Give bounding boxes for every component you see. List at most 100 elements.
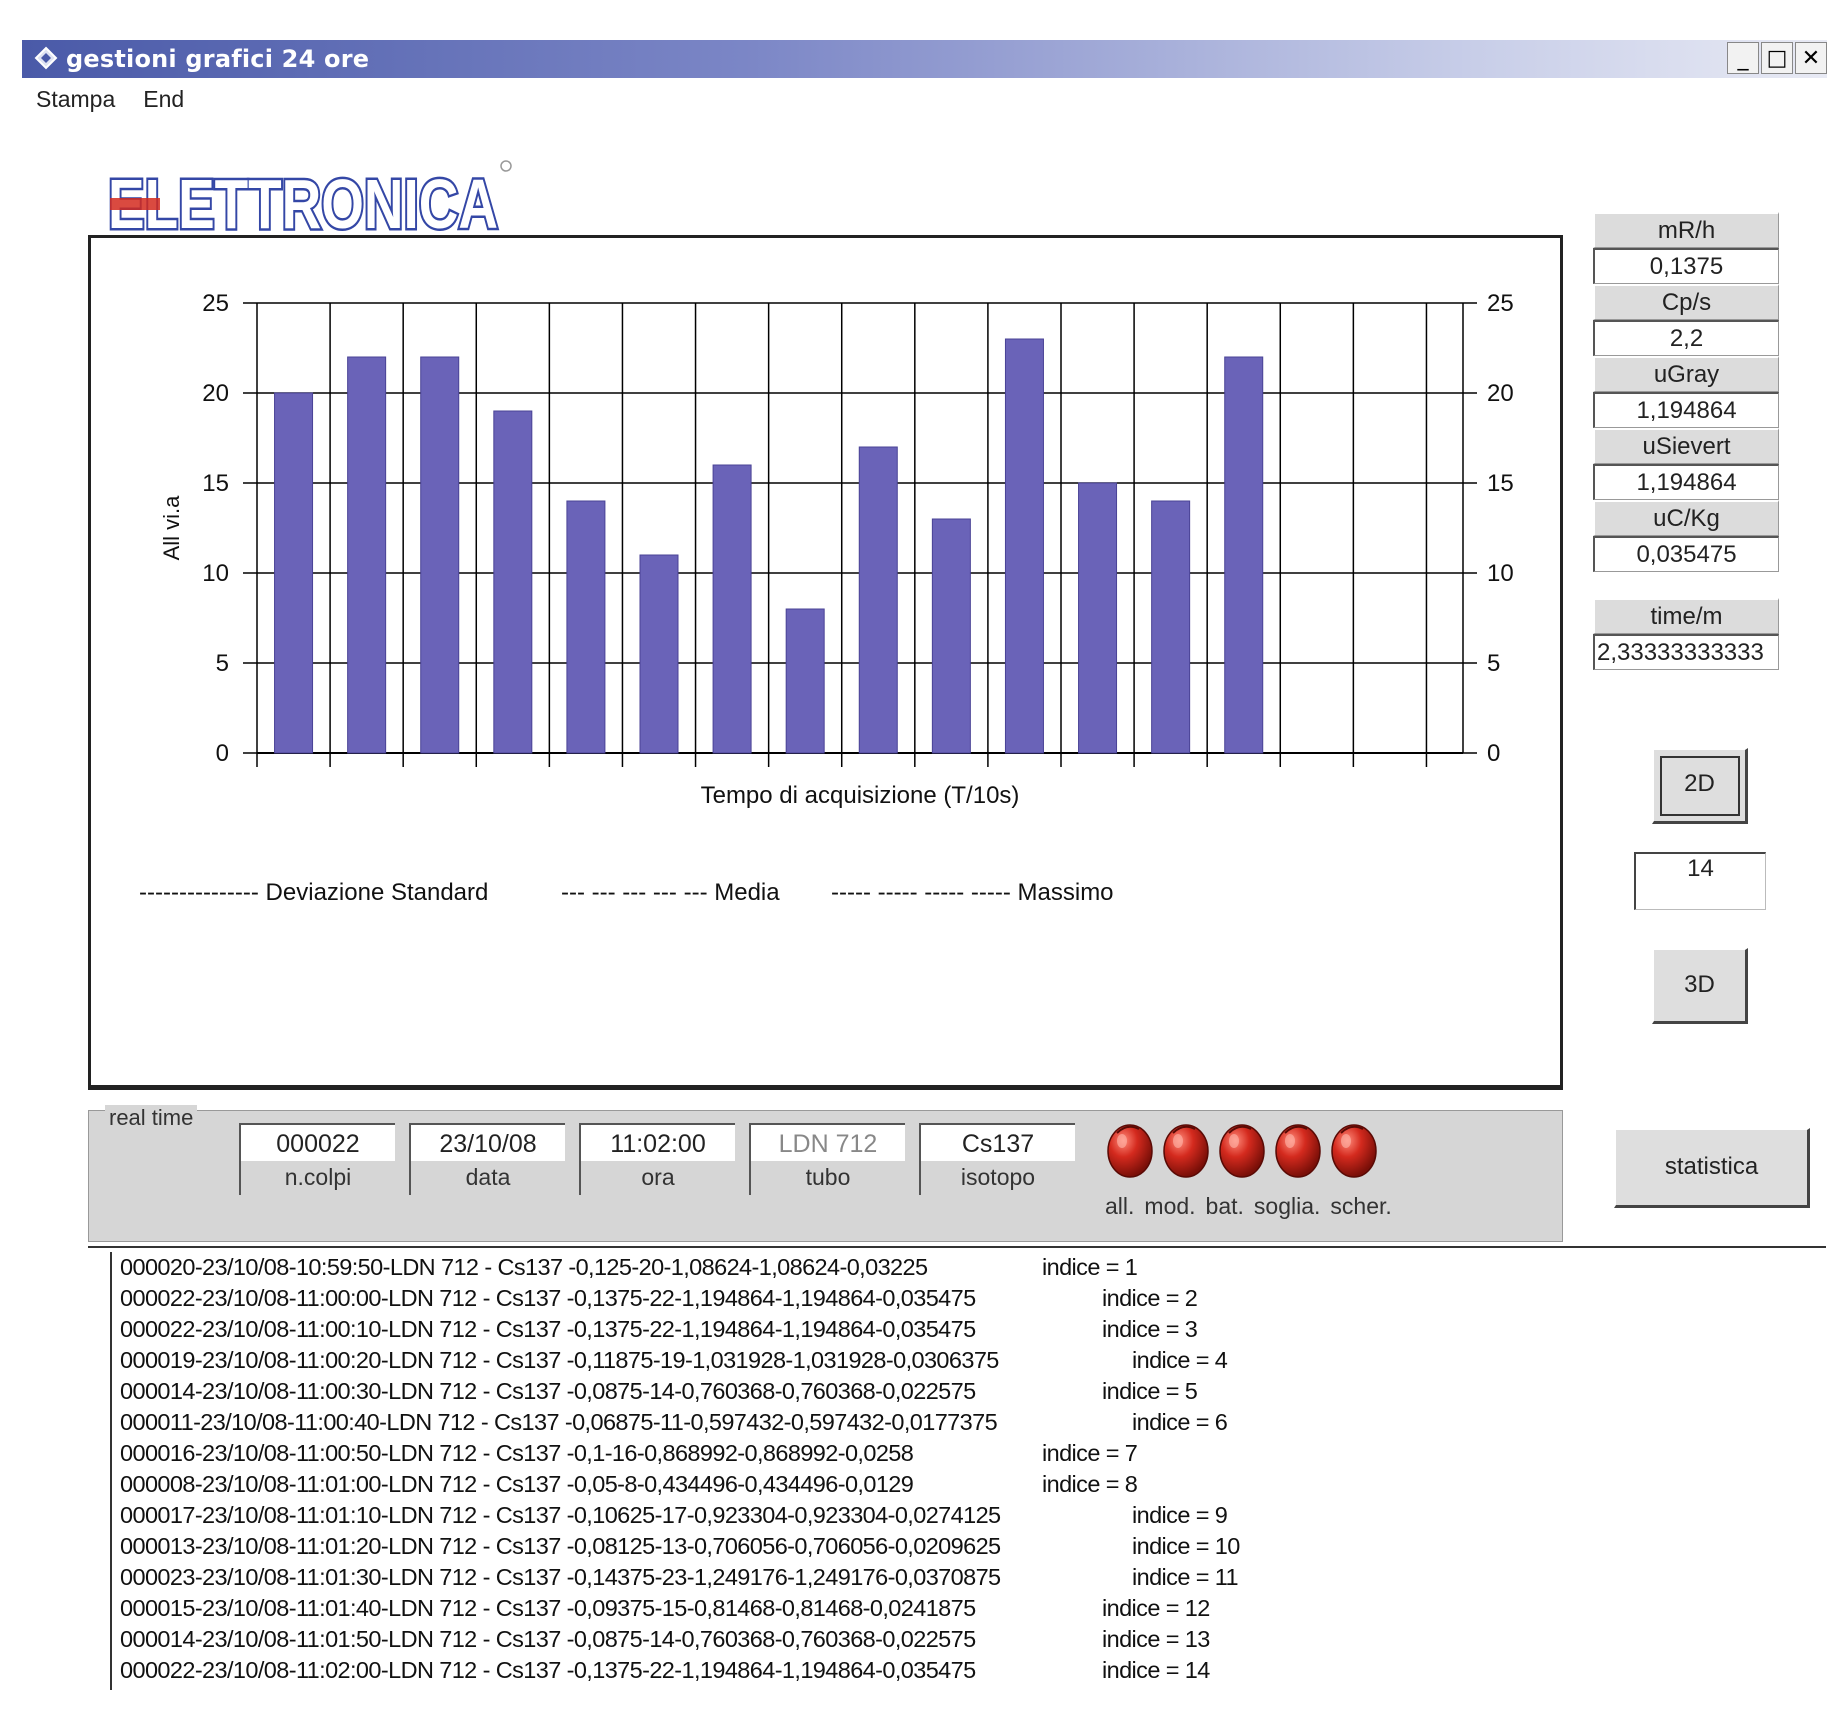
usievert-label: uSievert [1593, 428, 1779, 464]
log-record: 000022-23/10/08-11:02:00-LDN 712 - Cs137… [120, 1657, 976, 1683]
list-item[interactable]: 000011-23/10/08-11:00:40-LDN 712 - Cs137… [112, 1407, 1810, 1438]
bar [347, 356, 387, 754]
led-threshold-icon [1275, 1124, 1321, 1178]
log-record: 000014-23/10/08-11:00:30-LDN 712 - Cs137… [120, 1378, 976, 1404]
log-index: indice = 10 [1132, 1533, 1240, 1559]
y-tick-label-right: 25 [1487, 290, 1514, 317]
bar [712, 464, 752, 754]
log-record: 000008-23/10/08-11:01:00-LDN 712 - Cs137… [120, 1471, 914, 1497]
title-bar[interactable]: gestioni grafici 24 ore _ □ ✕ [22, 40, 1827, 78]
uckg-value: 0,035475 [1593, 536, 1779, 572]
tubo-value: LDN 712 [749, 1123, 905, 1161]
rt-field-data: 23/10/08 data [409, 1123, 565, 1195]
rt-field-tubo: LDN 712 tubo [749, 1123, 905, 1195]
menu-end[interactable]: End [129, 82, 198, 116]
bar [493, 410, 533, 754]
log-index: indice = 1 [1042, 1254, 1138, 1280]
legend-entry: --------------- Deviazione Standard [139, 879, 488, 906]
y-tick-label-right: 5 [1487, 650, 1500, 677]
list-item[interactable]: 000020-23/10/08-10:59:50-LDN 712 - Cs137… [112, 1252, 1810, 1283]
list-item[interactable]: 000008-23/10/08-11:01:00-LDN 712 - Cs137… [112, 1469, 1810, 1500]
list-item[interactable]: 000022-23/10/08-11:02:00-LDN 712 - Cs137… [112, 1655, 1810, 1686]
elettronica-logo: ELETTRONICA [106, 160, 512, 246]
log-index: indice = 13 [1102, 1626, 1210, 1652]
bar [420, 356, 460, 754]
bar [1004, 338, 1044, 754]
maximize-button[interactable]: □ [1761, 42, 1793, 74]
bar [566, 500, 606, 754]
log-record: 000013-23/10/08-11:01:20-LDN 712 - Cs137… [120, 1533, 1001, 1559]
bar [274, 392, 314, 754]
log-index: indice = 4 [1132, 1347, 1228, 1373]
list-item[interactable]: 000017-23/10/08-11:01:10-LDN 712 - Cs137… [112, 1500, 1810, 1531]
tubo-label: tubo [749, 1161, 905, 1195]
mrh-label: mR/h [1593, 212, 1779, 248]
y-tick-label-left: 10 [202, 560, 229, 587]
minimize-button[interactable]: _ [1727, 42, 1759, 74]
x-axis-label: Tempo di acquisizione (T/10s) [701, 782, 1020, 809]
statistica-button[interactable]: statistica [1614, 1128, 1810, 1208]
led-alarm-icon [1107, 1124, 1153, 1178]
bar-chart: 0 0 5 5 10 10 15 15 20 20 25 25 All vi.a Tempo di acq… [139, 290, 1514, 906]
ncolpi-value: 000022 [239, 1123, 395, 1161]
app-window: gestioni grafici 24 ore _ □ ✕ Stampa End… [22, 30, 1827, 1722]
log-record: 000014-23/10/08-11:01:50-LDN 712 - Cs137… [120, 1626, 976, 1652]
bar [1151, 500, 1191, 754]
list-item[interactable]: 000013-23/10/08-11:01:20-LDN 712 - Cs137… [112, 1531, 1810, 1562]
log-index: indice = 5 [1102, 1378, 1198, 1404]
time-label: time/m [1593, 598, 1779, 634]
rt-field-ncolpi: 000022 n.colpi [239, 1123, 395, 1195]
list-item[interactable]: 000022-23/10/08-11:00:10-LDN 712 - Cs137… [112, 1314, 1810, 1345]
legend-entry: ----- ----- ----- ----- Massimo [831, 879, 1114, 906]
y-tick-label-right: 0 [1487, 740, 1500, 767]
log-index: indice = 3 [1102, 1316, 1198, 1342]
list-item[interactable]: 000014-23/10/08-11:01:50-LDN 712 - Cs137… [112, 1624, 1810, 1655]
log-record: 000011-23/10/08-11:00:40-LDN 712 - Cs137… [120, 1409, 998, 1435]
usievert-value: 1,194864 [1593, 464, 1779, 500]
log-record: 000022-23/10/08-11:00:10-LDN 712 - Cs137… [120, 1316, 976, 1342]
ugray-value: 1,194864 [1593, 392, 1779, 428]
log-record: 000023-23/10/08-11:01:30-LDN 712 - Cs137… [120, 1564, 1001, 1590]
y-tick-label-right: 20 [1487, 380, 1514, 407]
data-label: data [409, 1161, 565, 1195]
status-leds [1105, 1119, 1385, 1179]
view-2d-button[interactable]: 2D [1652, 748, 1748, 824]
log-record: 000020-23/10/08-10:59:50-LDN 712 - Cs137… [120, 1254, 928, 1280]
log-record: 000015-23/10/08-11:01:40-LDN 712 - Cs137… [120, 1595, 976, 1621]
list-item[interactable]: 000022-23/10/08-11:00:00-LDN 712 - Cs137… [112, 1283, 1810, 1314]
y-tick-label-left: 20 [202, 380, 229, 407]
menu-stampa[interactable]: Stampa [22, 82, 129, 116]
cps-value: 2,2 [1593, 320, 1779, 356]
view-3d-button[interactable]: 3D [1652, 948, 1748, 1024]
sample-count-field[interactable]: 14 [1634, 852, 1766, 910]
log-listbox[interactable]: 000020-23/10/08-10:59:50-LDN 712 - Cs137… [110, 1252, 1810, 1690]
ncolpi-label: n.colpi [239, 1161, 395, 1195]
bar [1078, 482, 1118, 754]
led-battery-icon [1219, 1124, 1265, 1178]
led-mod-icon [1163, 1124, 1209, 1178]
bar [785, 608, 825, 754]
ora-value: 11:02:00 [579, 1123, 735, 1161]
log-record: 000019-23/10/08-11:00:20-LDN 712 - Cs137… [120, 1347, 999, 1373]
list-item[interactable]: 000019-23/10/08-11:00:20-LDN 712 - Cs137… [112, 1345, 1810, 1376]
window-controls: _ □ ✕ [1725, 42, 1827, 76]
isotopo-label: isotopo [919, 1161, 1075, 1195]
list-item[interactable]: 000023-23/10/08-11:01:30-LDN 712 - Cs137… [112, 1562, 1810, 1593]
log-index: indice = 9 [1132, 1502, 1228, 1528]
log-record: 000022-23/10/08-11:00:00-LDN 712 - Cs137… [120, 1285, 976, 1311]
led-label-mod: mod. [1144, 1193, 1196, 1219]
measurement-panel: mR/h 0,1375 Cp/s 2,2 uGray 1,194864 uSie… [1593, 212, 1779, 670]
log-index: indice = 12 [1102, 1595, 1210, 1621]
bar [639, 554, 679, 754]
list-item[interactable]: 000015-23/10/08-11:01:40-LDN 712 - Cs137… [112, 1593, 1810, 1624]
led-labels: all. mod. bat. soglia. scher. [1105, 1193, 1392, 1220]
cps-label: Cp/s [1593, 284, 1779, 320]
list-item[interactable]: 000016-23/10/08-11:00:50-LDN 712 - Cs137… [112, 1438, 1810, 1469]
realtime-group: real time 000022 n.colpi 23/10/08 data 1… [88, 1105, 1563, 1242]
close-button[interactable]: ✕ [1795, 42, 1827, 74]
list-item[interactable]: 000014-23/10/08-11:00:30-LDN 712 - Cs137… [112, 1376, 1810, 1407]
window-title: gestioni grafici 24 ore [66, 45, 370, 73]
led-label-scher: scher. [1330, 1193, 1392, 1219]
mrh-value: 0,1375 [1593, 248, 1779, 284]
y-tick-label-left: 15 [202, 470, 229, 497]
